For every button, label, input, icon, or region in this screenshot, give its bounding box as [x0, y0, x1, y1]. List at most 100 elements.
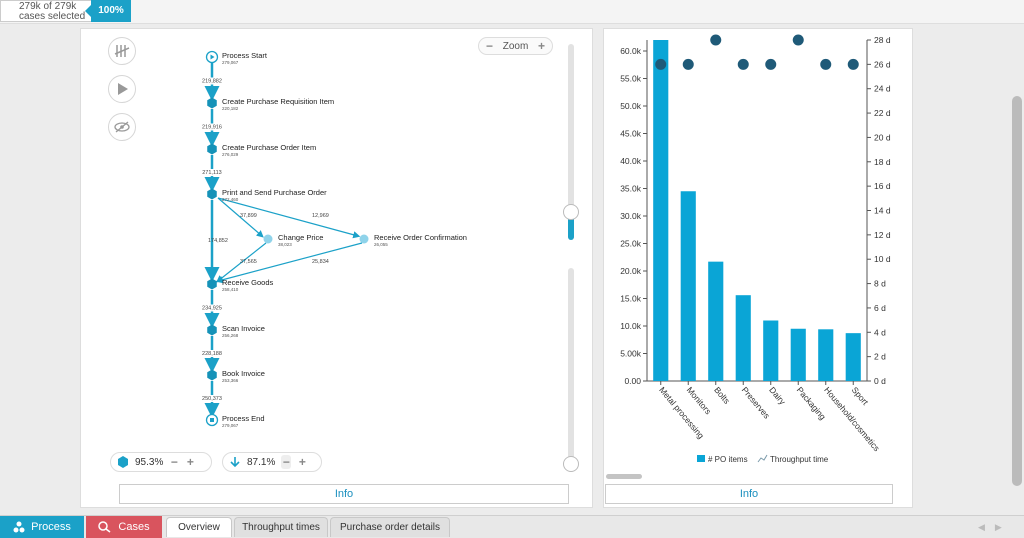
node-label: Receive Goods	[222, 278, 274, 287]
activities-plus-button[interactable]: +	[185, 455, 195, 469]
y-right-tick-label: 0 d	[874, 376, 886, 386]
process-node-end[interactable]: Process End279,067	[205, 413, 265, 428]
node-count: 220,182	[222, 106, 239, 111]
activities-minus-button[interactable]: −	[169, 455, 179, 469]
y-right-tick-label: 20 d	[874, 132, 891, 142]
bar[interactable]	[708, 261, 724, 381]
y-left-tick-label: 30.0k	[620, 211, 642, 221]
tally-icon	[114, 45, 130, 57]
legend-bar-swatch	[697, 455, 705, 462]
connections-plus-button[interactable]: +	[297, 455, 307, 469]
y-left-tick-label: 5.00k	[620, 349, 642, 359]
edge-label: 37,565	[240, 259, 257, 265]
process-edge[interactable]	[217, 197, 361, 239]
process-node-pspo[interactable]: Print and Send Purchase Order272,460	[207, 188, 327, 202]
node-label: Print and Send Purchase Order	[222, 188, 327, 197]
edge-label: 234,925	[202, 306, 222, 312]
throughput-point[interactable]	[710, 34, 722, 46]
y-right-tick-label: 4 d	[874, 327, 886, 337]
process-node-cpri[interactable]: Create Purchase Requisition Item220,182	[207, 97, 334, 111]
subtab-overview[interactable]: Overview	[166, 517, 232, 537]
y-right-tick-label: 22 d	[874, 108, 891, 118]
chart-legend: # PO items Throughput time	[697, 454, 829, 464]
node-count: 253,366	[222, 378, 239, 383]
edge-label: 25,834	[312, 259, 329, 265]
edge-label: 250,373	[202, 396, 222, 402]
animate-button[interactable]	[108, 75, 136, 103]
process-node-rg[interactable]: Receive Goods258,410	[207, 278, 274, 292]
node-count: 258,410	[222, 287, 239, 292]
process-node-start[interactable]: Process Start279,067	[205, 50, 268, 65]
throughput-point[interactable]	[847, 58, 859, 70]
process-node-cp[interactable]: Change Price38,023	[263, 233, 324, 247]
cases-icon	[98, 521, 111, 533]
bar[interactable]	[790, 328, 806, 381]
process-map: 219,882 219,916 271,113 37,899 12,969 174,852…	[202, 50, 467, 428]
bar[interactable]	[680, 191, 696, 381]
edge-label: 174,852	[208, 238, 228, 244]
play-icon	[118, 83, 128, 95]
node-count: 276,029	[222, 152, 239, 157]
throughput-point[interactable]	[655, 58, 667, 70]
throughput-point[interactable]	[792, 34, 804, 46]
bar[interactable]	[735, 295, 751, 381]
info-button-left[interactable]: Info	[119, 484, 569, 504]
chart-hscroll[interactable]	[606, 474, 642, 479]
bar[interactable]	[763, 320, 779, 382]
y-right-tick-label: 6 d	[874, 303, 886, 313]
node-label: Process Start	[222, 51, 268, 60]
throughput-point[interactable]	[820, 58, 832, 70]
y-left-tick-label: 15.0k	[620, 294, 642, 304]
y-right-tick-label: 24 d	[874, 84, 891, 94]
y-left-tick-label: 10.0k	[620, 321, 642, 331]
top-bar	[0, 0, 1024, 24]
y-left-tick-label: 25.0k	[620, 239, 642, 249]
edge-label: 271,113	[202, 170, 221, 176]
x-tick-label: Sport	[850, 385, 871, 407]
legend-po-items[interactable]: # PO items	[708, 455, 748, 464]
legend-throughput-time[interactable]: Throughput time	[770, 455, 829, 464]
selection-summary[interactable]: 279k of 279k cases selected	[0, 0, 92, 22]
y-left-tick-label: 20.0k	[620, 266, 642, 276]
process-node-si[interactable]: Scan Invoice256,268	[207, 324, 265, 338]
node-label: Change Price	[278, 233, 323, 242]
tab-nav-arrows[interactable]: ◀▶	[978, 522, 1012, 533]
po-items-chart: 0.00 5.00k 10.0k 15.0k 20.0k 25.0k 30.0k 35.0k 4…	[620, 34, 891, 464]
connections-minus-button[interactable]: −	[281, 455, 292, 469]
hide-button[interactable]	[108, 113, 136, 141]
bar[interactable]	[845, 333, 861, 381]
throughput-point[interactable]	[737, 58, 749, 70]
activities-slider-handle[interactable]	[563, 204, 579, 220]
node-count: 272,460	[222, 197, 239, 202]
node-count: 38,023	[278, 242, 292, 247]
y-right-tick-label: 8 d	[874, 279, 886, 289]
hide-icon	[114, 121, 130, 133]
throughput-point[interactable]	[765, 58, 777, 70]
process-node-bi[interactable]: Book Invoice253,366	[207, 369, 265, 383]
node-label: Book Invoice	[222, 369, 265, 378]
y-right-tick-label: 28 d	[874, 35, 891, 45]
arrow-down-icon	[230, 457, 240, 468]
tab-process[interactable]: Process	[0, 516, 84, 538]
legend-line-swatch	[757, 454, 768, 463]
connections-slider-handle[interactable]	[563, 456, 579, 472]
page-scrollbar[interactable]	[1012, 96, 1022, 486]
subtab-throughput-times[interactable]: Throughput times	[234, 517, 328, 537]
subtab-purchase-order-details[interactable]: Purchase order details	[330, 517, 450, 537]
y-right-tick-label: 10 d	[874, 254, 891, 264]
y-left-tick-label: 50.0k	[620, 101, 642, 111]
connections-percent: 87.1%	[247, 456, 276, 468]
bar[interactable]	[818, 329, 834, 381]
tally-button[interactable]	[108, 37, 136, 65]
bar[interactable]	[653, 40, 669, 381]
tab-cases[interactable]: Cases	[86, 516, 162, 538]
y-right-tick-label: 2 d	[874, 352, 886, 362]
process-node-cpoi[interactable]: Create Purchase Order Item276,029	[207, 143, 316, 157]
y-right-tick-label: 18 d	[874, 157, 891, 167]
connections-slider[interactable]	[568, 268, 574, 464]
node-count: 26,055	[374, 242, 388, 247]
info-button-right[interactable]: Info	[605, 484, 893, 504]
throughput-point[interactable]	[682, 58, 694, 70]
process-node-roc[interactable]: Receive Order Confirmation26,055	[359, 233, 467, 247]
edge-label: 219,916	[202, 125, 222, 131]
